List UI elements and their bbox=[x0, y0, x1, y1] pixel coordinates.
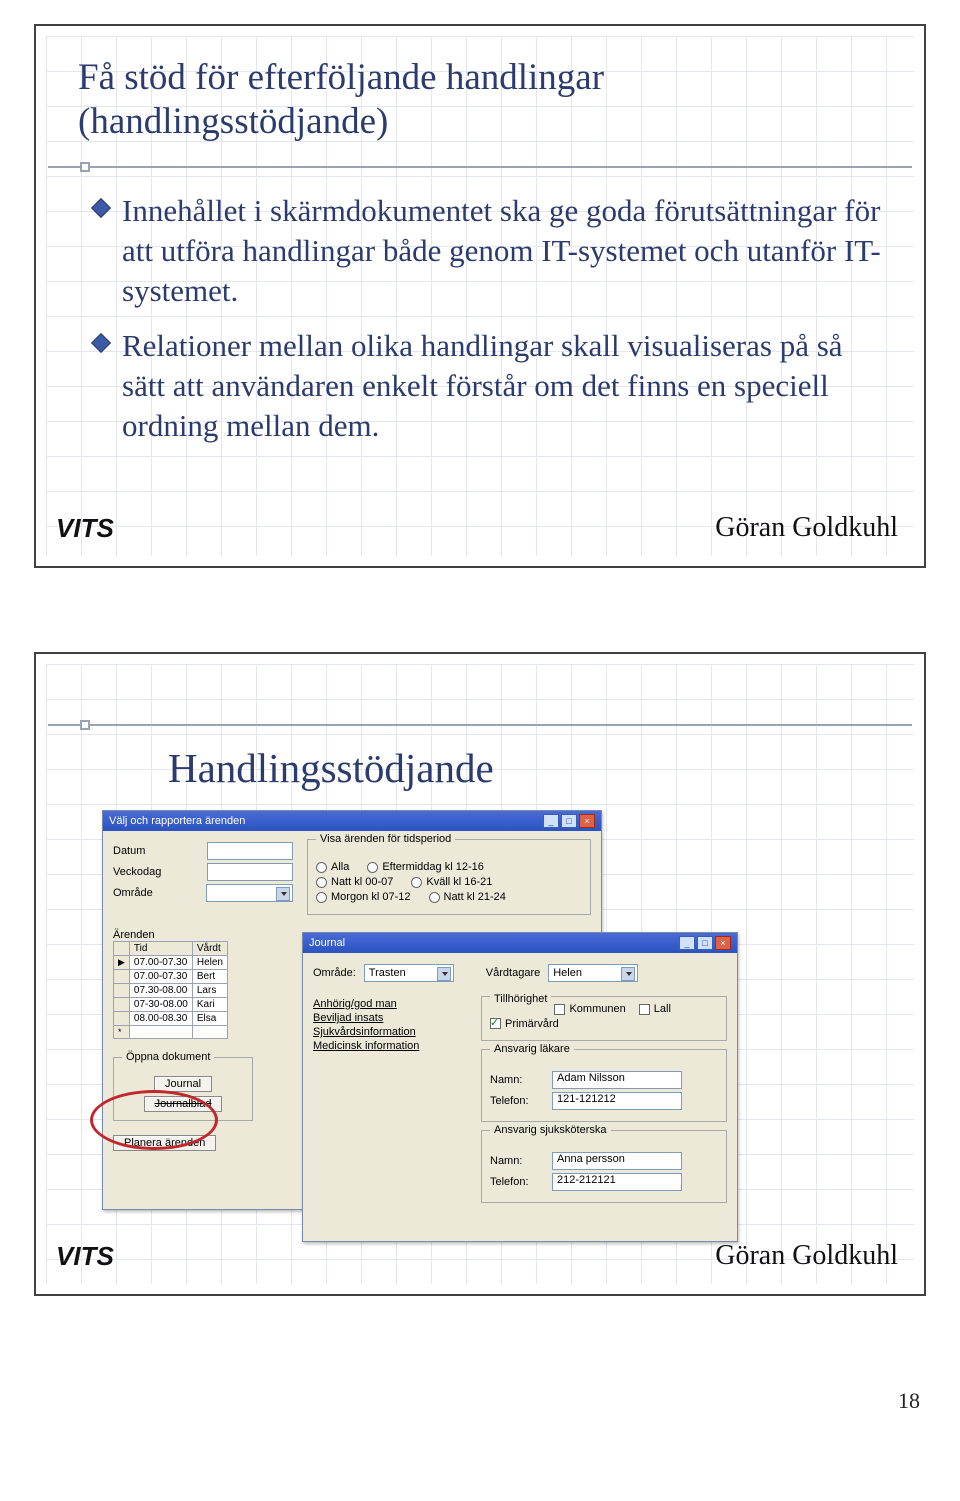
skot-tel-input[interactable]: 212-212121 bbox=[552, 1173, 682, 1191]
title-divider bbox=[48, 724, 912, 726]
cell: 07.00-07.30 bbox=[129, 970, 192, 984]
check-lall[interactable]: Lall bbox=[639, 1003, 671, 1015]
slide-1-title: Få stöd för efterföljande handlingar (ha… bbox=[78, 56, 882, 145]
journalblad-button[interactable]: Journalblad bbox=[144, 1096, 223, 1112]
label-veckodag: Veckodag bbox=[113, 866, 199, 878]
lakare-namn-input[interactable]: Adam Nilsson bbox=[552, 1071, 682, 1089]
bullet-2: Relationer mellan olika handlingar skall… bbox=[90, 326, 882, 447]
journal-button[interactable]: Journal bbox=[154, 1076, 212, 1092]
window-journal: Journal _ □ × Område: Trasten Vårdtagare bbox=[302, 932, 738, 1242]
win2-titlebar[interactable]: Journal _ □ × bbox=[303, 933, 737, 953]
label-telefon: Telefon: bbox=[490, 1095, 544, 1107]
planera-button[interactable]: Planera ärenden bbox=[113, 1135, 216, 1151]
cell: Kari bbox=[192, 998, 227, 1012]
radio-em1216[interactable]: Eftermiddag kl 12-16 bbox=[367, 861, 484, 873]
cell: Bert bbox=[192, 970, 227, 984]
brand-vits: VITS bbox=[56, 1241, 114, 1272]
brand-vits: VITS bbox=[56, 513, 114, 544]
maximize-icon[interactable]: □ bbox=[697, 936, 713, 950]
slide-1-title-line2: (handlingsstödjande) bbox=[78, 101, 388, 142]
link-beviljad[interactable]: Beviljad insats bbox=[313, 1012, 463, 1024]
period-legend: Visa ärenden för tidsperiod bbox=[316, 833, 455, 845]
bullet-1: Innehållet i skärmdokumentet ska ge goda… bbox=[90, 191, 882, 312]
radio-natt2124[interactable]: Natt kl 21-24 bbox=[429, 891, 506, 903]
skot-namn-input[interactable]: Anna persson bbox=[552, 1152, 682, 1170]
slide-1-title-line1: Få stöd för efterföljande handlingar bbox=[78, 57, 604, 98]
cell: 07.00-07.30 bbox=[129, 956, 192, 970]
label-omrade2: Område: bbox=[313, 967, 356, 979]
author-name: Göran Goldkuhl bbox=[715, 512, 898, 544]
check-kommunen[interactable]: Kommunen bbox=[554, 1003, 625, 1015]
title-divider bbox=[48, 166, 912, 168]
check-primarvard[interactable]: Primärvård bbox=[490, 1018, 559, 1030]
omrade2-combo[interactable]: Trasten bbox=[364, 964, 454, 982]
cell: 07-30-08.00 bbox=[129, 998, 192, 1012]
ansvarig-skot-legend: Ansvarig sjuksköterska bbox=[490, 1124, 611, 1136]
slide-2: Handlingsstödjande Välj och rapportera ä… bbox=[34, 652, 926, 1296]
label-vardtagare: Vårdtagare bbox=[486, 967, 540, 979]
oppna-legend: Öppna dokument bbox=[122, 1051, 214, 1063]
label-namn: Namn: bbox=[490, 1074, 544, 1086]
close-icon[interactable]: × bbox=[579, 814, 595, 828]
col-vard: Vårdt bbox=[192, 942, 227, 956]
radio-kvall1621[interactable]: Kväll kl 16-21 bbox=[411, 876, 492, 888]
author-name: Göran Goldkuhl bbox=[715, 1240, 898, 1272]
veckodag-input[interactable] bbox=[207, 863, 293, 881]
label-omrade: Område bbox=[113, 887, 198, 899]
cell: Helen bbox=[192, 956, 227, 970]
radio-morgon0712[interactable]: Morgon kl 07-12 bbox=[316, 891, 411, 903]
diamond-bullet-icon bbox=[90, 332, 112, 447]
vardtagare-combo[interactable]: Helen bbox=[548, 964, 638, 982]
win2-title: Journal bbox=[309, 937, 345, 949]
cell: 08.00-08.30 bbox=[129, 1012, 192, 1026]
label-namn2: Namn: bbox=[490, 1155, 544, 1167]
link-medinfo[interactable]: Medicinsk information bbox=[313, 1040, 463, 1052]
slide-1: Få stöd för efterföljande handlingar (ha… bbox=[34, 24, 926, 568]
win1-title: Välj och rapportera ärenden bbox=[109, 815, 245, 827]
radio-natt0007[interactable]: Natt kl 00-07 bbox=[316, 876, 393, 888]
app-screenshots: Välj och rapportera ärenden _ □ × Datum … bbox=[102, 810, 862, 1248]
win1-titlebar[interactable]: Välj och rapportera ärenden _ □ × bbox=[103, 811, 601, 831]
cell: 07.30-08.00 bbox=[129, 984, 192, 998]
minimize-icon[interactable]: _ bbox=[543, 814, 559, 828]
bullet-2-text: Relationer mellan olika handlingar skall… bbox=[122, 326, 882, 447]
divider-dot bbox=[80, 720, 90, 730]
arenden-table[interactable]: Tid Vårdt ▶07.00-07.30Helen 07.00-07.30B… bbox=[113, 941, 228, 1039]
label-telefon2: Telefon: bbox=[490, 1176, 544, 1188]
cell: Elsa bbox=[192, 1012, 227, 1026]
ansvarig-lakare-legend: Ansvarig läkare bbox=[490, 1043, 574, 1055]
radio-alla[interactable]: Alla bbox=[316, 861, 349, 873]
link-sjukinfo[interactable]: Sjukvårdsinformation bbox=[313, 1026, 463, 1038]
tillhor-legend: Tillhörighet bbox=[490, 993, 551, 1005]
col-tid: Tid bbox=[129, 942, 192, 956]
page-number: 18 bbox=[0, 1388, 960, 1438]
slide-2-title: Handlingsstödjande bbox=[168, 744, 882, 792]
cell: Lars bbox=[192, 984, 227, 998]
divider-dot bbox=[80, 162, 90, 172]
label-datum: Datum bbox=[113, 845, 199, 857]
link-anhorig[interactable]: Anhörig/god man bbox=[313, 998, 463, 1010]
omrade-combo[interactable] bbox=[206, 884, 293, 902]
datum-input[interactable] bbox=[207, 842, 293, 860]
diamond-bullet-icon bbox=[90, 197, 112, 312]
minimize-icon[interactable]: _ bbox=[679, 936, 695, 950]
close-icon[interactable]: × bbox=[715, 936, 731, 950]
maximize-icon[interactable]: □ bbox=[561, 814, 577, 828]
bullet-1-text: Innehållet i skärmdokumentet ska ge goda… bbox=[122, 191, 882, 312]
lakare-tel-input[interactable]: 121-121212 bbox=[552, 1092, 682, 1110]
